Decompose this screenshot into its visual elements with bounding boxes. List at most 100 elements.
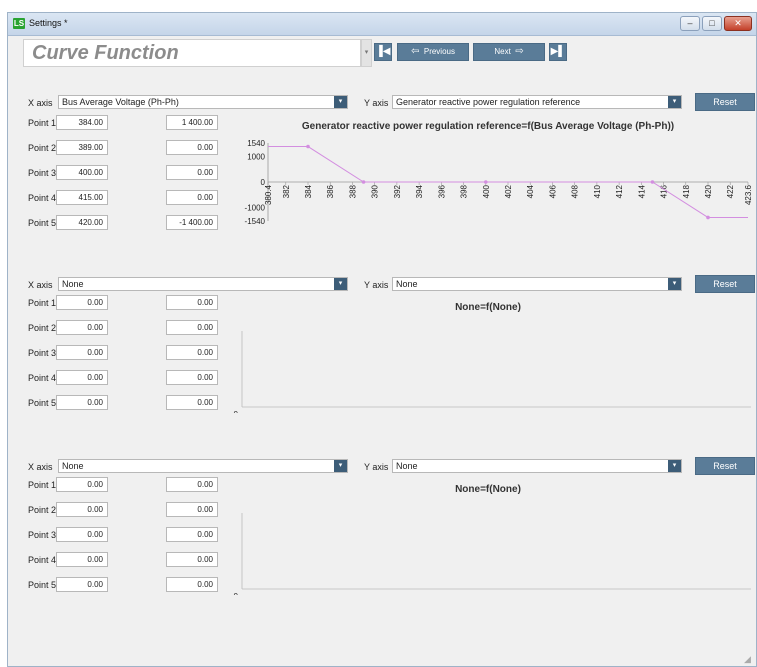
last-button[interactable]: ▶▌ bbox=[549, 43, 567, 61]
point-2-y-input[interactable]: 0.00 bbox=[166, 320, 218, 335]
point-5-label: Point 5 bbox=[28, 218, 57, 228]
reset-button[interactable]: Reset bbox=[695, 275, 755, 293]
x-axis-label: X axis bbox=[28, 98, 53, 108]
point-5-label: Point 5 bbox=[28, 580, 57, 590]
y-axis-label: Y axis bbox=[364, 462, 389, 472]
x-axis-select[interactable]: None ▾ bbox=[58, 277, 348, 291]
x-tick-label: 408 bbox=[571, 184, 580, 198]
x-tick-label: 400 bbox=[482, 184, 491, 198]
curve-point bbox=[361, 180, 366, 184]
arrow-left-icon: ⇦ bbox=[411, 46, 420, 57]
maximize-button[interactable]: □ bbox=[702, 16, 722, 31]
point-1-y-input[interactable]: 1 400.00 bbox=[166, 115, 218, 130]
point-3-label: Point 3 bbox=[28, 348, 57, 358]
point-1-y-input[interactable]: 0.00 bbox=[166, 295, 218, 310]
point-5-y-input[interactable]: 0.00 bbox=[166, 577, 218, 592]
point-3-y-input[interactable]: 0.00 bbox=[166, 527, 218, 542]
x-tick-label: 402 bbox=[504, 184, 513, 198]
point-4-label: Point 4 bbox=[28, 373, 57, 383]
form-dropdown-button[interactable]: ▾ bbox=[361, 39, 372, 67]
point-5-label: Point 5 bbox=[28, 398, 57, 408]
title-bar: LS Settings * – □ ✕ bbox=[8, 13, 756, 36]
point-4-y-input[interactable]: 0.00 bbox=[166, 190, 218, 205]
next-button[interactable]: Next ⇨ bbox=[473, 43, 545, 61]
point-4-x-input[interactable]: 0.00 bbox=[56, 552, 108, 567]
point-3-x-input[interactable]: 0.00 bbox=[56, 527, 108, 542]
x-tick-label: 410 bbox=[593, 184, 602, 198]
chevron-down-icon: ▾ bbox=[668, 460, 681, 472]
curve-point bbox=[650, 180, 655, 184]
x-tick-label: 423.6 bbox=[744, 184, 751, 205]
first-button[interactable]: ▐◀ bbox=[374, 43, 392, 61]
reset-button[interactable]: Reset bbox=[695, 457, 755, 475]
chevron-down-icon: ▾ bbox=[334, 96, 347, 108]
chart-title: None=f(None) bbox=[455, 302, 521, 313]
x-tick-label: 418 bbox=[682, 184, 691, 198]
point-2-y-input[interactable]: 0.00 bbox=[166, 140, 218, 155]
settings-window: LS Settings * – □ ✕ Curve Function ▾ ▐◀ … bbox=[7, 12, 757, 667]
reset-button[interactable]: Reset bbox=[695, 93, 755, 111]
chevron-down-icon: ▾ bbox=[334, 460, 347, 472]
x-axis-label: X axis bbox=[28, 462, 53, 472]
point-1-y-input[interactable]: 0.00 bbox=[166, 477, 218, 492]
form-selector[interactable]: Curve Function bbox=[23, 39, 361, 67]
chart-title: None=f(None) bbox=[455, 484, 521, 495]
x-tick-label: 414 bbox=[637, 184, 646, 198]
x-tick-label: 406 bbox=[548, 184, 557, 198]
close-button[interactable]: ✕ bbox=[724, 16, 752, 31]
minimize-button[interactable]: – bbox=[680, 16, 700, 31]
point-5-x-input[interactable]: 0.00 bbox=[56, 577, 108, 592]
y-tick-label: 0 bbox=[234, 592, 239, 595]
point-3-y-input[interactable]: 0.00 bbox=[166, 165, 218, 180]
resize-grip-icon[interactable]: ◢ bbox=[744, 654, 754, 664]
y-axis-label: Y axis bbox=[364, 280, 389, 290]
x-tick-label: 380.4 bbox=[264, 184, 273, 205]
maximize-icon: □ bbox=[709, 18, 715, 28]
point-2-x-input[interactable]: 0.00 bbox=[56, 320, 108, 335]
point-3-y-input[interactable]: 0.00 bbox=[166, 345, 218, 360]
point-4-x-input[interactable]: 0.00 bbox=[56, 370, 108, 385]
point-1-x-input[interactable]: 0.00 bbox=[56, 477, 108, 492]
curve-chart: 0 bbox=[234, 331, 751, 413]
chevron-down-icon: ▾ bbox=[668, 278, 681, 290]
point-2-label: Point 2 bbox=[28, 505, 57, 515]
point-4-y-input[interactable]: 0.00 bbox=[166, 370, 218, 385]
close-icon: ✕ bbox=[734, 18, 742, 28]
curve-chart: 0 bbox=[234, 513, 751, 595]
x-tick-label: 398 bbox=[460, 184, 469, 198]
point-5-y-input[interactable]: 0.00 bbox=[166, 395, 218, 410]
point-3-x-input[interactable]: 400.00 bbox=[56, 165, 108, 180]
x-tick-label: 390 bbox=[371, 184, 380, 198]
point-2-label: Point 2 bbox=[28, 143, 57, 153]
point-4-x-input[interactable]: 415.00 bbox=[56, 190, 108, 205]
point-1-x-input[interactable]: 384.00 bbox=[56, 115, 108, 130]
app-logo-icon: LS bbox=[13, 18, 25, 29]
x-tick-label: 388 bbox=[348, 184, 357, 198]
x-tick-label: 404 bbox=[526, 184, 535, 198]
point-2-x-input[interactable]: 389.00 bbox=[56, 140, 108, 155]
x-axis-value: Bus Average Voltage (Ph-Ph) bbox=[62, 97, 179, 107]
x-tick-label: 422 bbox=[726, 184, 735, 198]
y-axis-select[interactable]: Generator reactive power regulation refe… bbox=[392, 95, 682, 109]
point-2-label: Point 2 bbox=[28, 323, 57, 333]
point-2-x-input[interactable]: 0.00 bbox=[56, 502, 108, 517]
previous-label: Previous bbox=[423, 47, 455, 56]
point-5-x-input[interactable]: 420.00 bbox=[56, 215, 108, 230]
x-tick-label: 386 bbox=[326, 184, 335, 198]
point-3-label: Point 3 bbox=[28, 168, 57, 178]
point-3-x-input[interactable]: 0.00 bbox=[56, 345, 108, 360]
last-page-icon: ▶▌ bbox=[550, 46, 566, 57]
previous-button[interactable]: ⇦ Previous bbox=[397, 43, 469, 61]
point-2-y-input[interactable]: 0.00 bbox=[166, 502, 218, 517]
y-axis-select[interactable]: None ▾ bbox=[392, 459, 682, 473]
point-4-y-input[interactable]: 0.00 bbox=[166, 552, 218, 567]
point-5-x-input[interactable]: 0.00 bbox=[56, 395, 108, 410]
x-axis-select[interactable]: Bus Average Voltage (Ph-Ph) ▾ bbox=[58, 95, 348, 109]
x-axis-label: X axis bbox=[28, 280, 53, 290]
y-axis-select[interactable]: None ▾ bbox=[392, 277, 682, 291]
y-axis-value: None bbox=[396, 461, 418, 471]
x-axis-select[interactable]: None ▾ bbox=[58, 459, 348, 473]
point-1-x-input[interactable]: 0.00 bbox=[56, 295, 108, 310]
point-5-y-input[interactable]: -1 400.00 bbox=[166, 215, 218, 230]
x-tick-label: 394 bbox=[415, 184, 424, 198]
